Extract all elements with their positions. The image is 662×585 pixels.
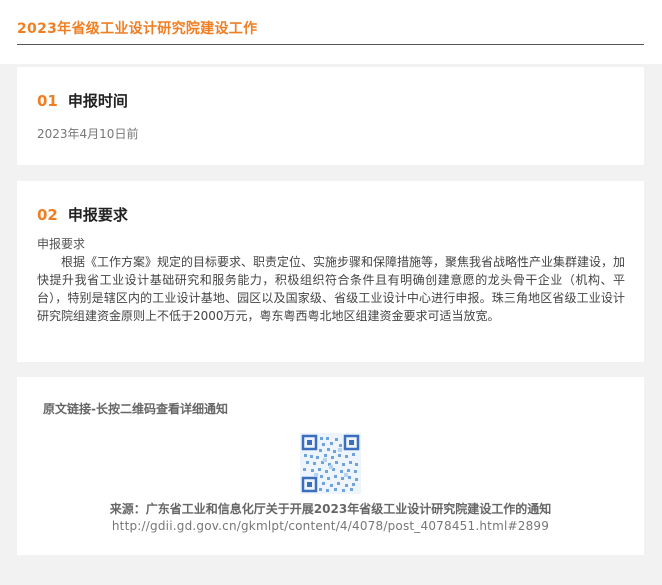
source-text: 来源：广东省工业和信息化厅关于开展2023年省级工业设计研究院建设工作的通知 [109, 502, 552, 516]
title-divider [17, 44, 644, 45]
source-link-card: 原文链接-长按二维码查看详细通知 来源：广东省工业和信息化厅关于开展2023年省… [17, 377, 644, 555]
requirements-label: 申报要求 [37, 237, 86, 251]
section-number: 02 [37, 206, 58, 224]
source-url-link[interactable]: http://gdii.gd.gov.cn/gkmlpt/content/4/4… [17, 519, 644, 533]
section-heading: 02 申报要求 [37, 204, 128, 225]
section-title: 申报时间 [67, 92, 128, 110]
requirements-body: 根据《工作方案》规定的目标要求、职责定位、实施步骤和保障措施等，聚焦我省战略性产… [37, 255, 626, 323]
header-bar: 2023年省级工业设计研究院建设工作 [0, 0, 662, 64]
link-heading: 原文链接-长按二维码查看详细通知 [43, 402, 228, 416]
qr-code-graphic [300, 433, 361, 494]
section-heading: 01 申报时间 [37, 90, 128, 111]
section-number: 01 [37, 92, 58, 110]
qr-code-icon[interactable] [300, 433, 361, 494]
section-card-requirements: 02 申报要求 申报要求 根据《工作方案》规定的目标要求、职责定位、实施步骤和保障… [17, 181, 644, 362]
deadline-text: 2023年4月10日前 [37, 127, 139, 141]
section-card-deadline: 01 申报时间 2023年4月10日前 [17, 67, 644, 165]
section-title: 申报要求 [67, 206, 128, 224]
page-title: 2023年省级工业设计研究院建设工作 [17, 21, 258, 37]
